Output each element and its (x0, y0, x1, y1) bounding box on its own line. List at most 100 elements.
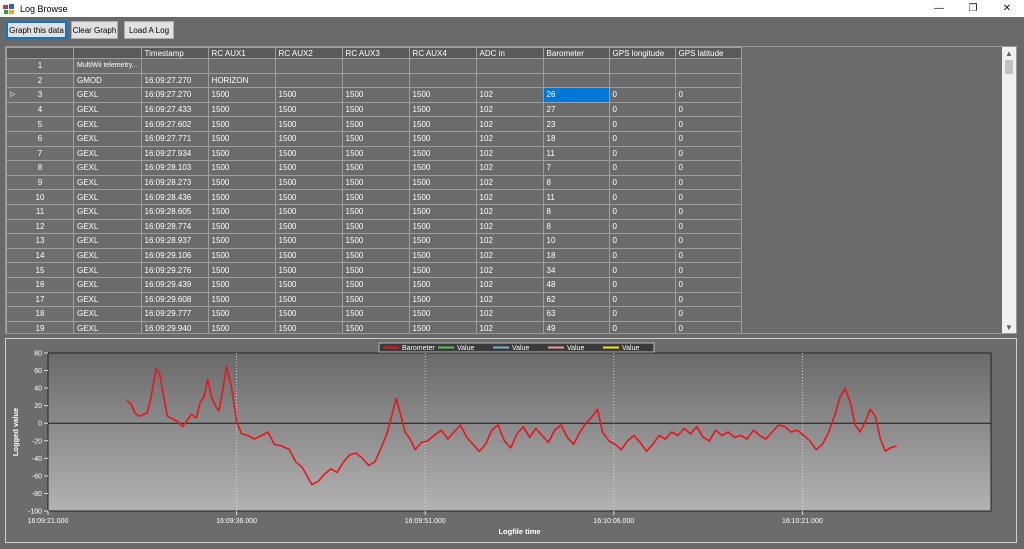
grid-cell[interactable]: 1500 (207, 116, 276, 132)
grid-cell[interactable]: 18 (542, 247, 610, 264)
table-row[interactable]: 16 GEXL 16:09:29.439 1500 1500 1500 1500 102 48 0… (6, 276, 1005, 293)
grid-cell[interactable]: 0 (674, 189, 742, 205)
grid-cell[interactable]: 0 (674, 262, 742, 278)
grid-cell[interactable]: 48 (542, 276, 610, 293)
row-header[interactable]: 14 (6, 247, 74, 264)
column-header[interactable] (741, 47, 1005, 59)
grid-cell[interactable] (341, 58, 410, 74)
load-a-log-button[interactable]: Load A Log (124, 21, 174, 39)
table-row[interactable]: 17 GEXL 16:09:29.608 1500 1500 1500 1500 102 62 0… (6, 291, 1005, 308)
row-header[interactable]: 17 (6, 291, 74, 308)
grid-cell[interactable]: 1500 (274, 218, 343, 235)
grid-cell[interactable]: 16:09:29.777 (140, 306, 209, 322)
scroll-down-icon[interactable]: ▼ (1002, 321, 1016, 333)
grid-cell[interactable] (741, 321, 1005, 333)
grid-cell[interactable]: 0 (674, 116, 742, 132)
grid-cell[interactable]: 26 (542, 87, 610, 103)
grid-cell[interactable]: 1500 (274, 320, 343, 333)
grid-cell[interactable]: 0 (608, 306, 676, 322)
grid-cell[interactable] (741, 87, 1005, 103)
grid-cell[interactable]: 1500 (341, 306, 410, 322)
grid-cell[interactable] (741, 233, 1005, 249)
grid-cell[interactable]: 1500 (341, 174, 410, 191)
row-header[interactable]: 5 (6, 116, 74, 132)
grid-cell[interactable] (608, 72, 676, 89)
grid-cell[interactable] (741, 175, 1005, 190)
grid-cell[interactable] (741, 306, 1005, 322)
grid-cell[interactable] (741, 146, 1005, 161)
grid-cell[interactable]: 49 (542, 320, 610, 333)
column-header[interactable] (73, 47, 142, 59)
grid-cell[interactable] (475, 58, 544, 74)
row-header[interactable]: 4 (6, 101, 74, 118)
grid-cell[interactable]: 10 (542, 233, 610, 249)
grid-vertical-scrollbar[interactable]: ▲ ▼ (1002, 47, 1016, 333)
log-data-grid[interactable]: Timestamp RC AUX1 RC AUX2 RC AUX3 RC AUX4 ADC… (5, 46, 1017, 334)
grid-cell[interactable]: 18 (542, 130, 610, 147)
grid-cell[interactable]: 1500 (207, 262, 276, 278)
grid-cell[interactable] (741, 102, 1005, 117)
grid-cell[interactable]: GEXL (73, 306, 142, 322)
grid-cell[interactable]: 16:09:28.774 (140, 218, 209, 235)
grid-cell[interactable]: 0 (674, 145, 742, 162)
grid-cell[interactable]: 102 (475, 306, 544, 322)
grid-cell[interactable]: 0 (608, 101, 676, 118)
table-row[interactable]: 1 MultiWii telemetry... (6, 58, 1005, 74)
grid-cell[interactable] (140, 58, 209, 74)
grid-cell[interactable]: 1500 (274, 145, 343, 162)
grid-cell[interactable]: 62 (542, 291, 610, 308)
grid-cell[interactable]: 0 (674, 247, 742, 264)
grid-cell[interactable]: 1500 (207, 189, 276, 205)
grid-cell[interactable]: 8 (542, 218, 610, 235)
grid-cell[interactable]: 1500 (207, 145, 276, 162)
grid-cell[interactable]: 1500 (408, 87, 477, 103)
table-row[interactable]: 2 GMOD 16:09:27.270 HORIZON (6, 72, 1005, 89)
grid-cell[interactable]: 1500 (408, 233, 477, 249)
grid-cell[interactable]: GEXL (73, 233, 142, 249)
grid-cell[interactable]: GEXL (73, 116, 142, 132)
grid-cell[interactable]: GEXL (73, 203, 142, 220)
row-header[interactable]: 18 (6, 306, 74, 322)
grid-cell[interactable]: 102 (475, 130, 544, 147)
grid-cell[interactable]: 1500 (408, 291, 477, 308)
grid-cell[interactable]: GMOD (73, 72, 142, 89)
table-row[interactable]: ▷ 3 GEXL 16:09:27.270 1500 1500 1500 1500 102 26 0… (6, 87, 1005, 103)
grid-cell[interactable]: 16:09:28.273 (140, 174, 209, 191)
scroll-up-icon[interactable]: ▲ (1002, 47, 1016, 59)
grid-cell[interactable]: GEXL (73, 291, 142, 308)
row-header[interactable]: 10 (6, 189, 74, 205)
grid-cell[interactable]: 1500 (207, 291, 276, 308)
grid-cell[interactable]: 1500 (408, 101, 477, 118)
column-header[interactable]: GPS longitude (608, 47, 676, 59)
grid-cell[interactable]: 1500 (274, 262, 343, 278)
grid-cell[interactable]: 0 (608, 116, 676, 132)
grid-cell[interactable] (674, 58, 742, 74)
grid-cell[interactable]: 16:09:29.940 (140, 320, 209, 333)
table-row[interactable]: 11 GEXL 16:09:28.605 1500 1500 1500 1500 102 8 0 0 (6, 203, 1005, 220)
grid-cell[interactable]: 1500 (207, 87, 276, 103)
grid-cell[interactable]: 11 (542, 145, 610, 162)
row-header[interactable]: 8 (6, 160, 74, 176)
grid-cell[interactable]: 1500 (274, 276, 343, 293)
grid-cell[interactable]: 1500 (341, 160, 410, 176)
grid-cell[interactable]: 1500 (408, 130, 477, 147)
grid-cell[interactable]: 0 (608, 247, 676, 264)
grid-cell[interactable] (741, 58, 1005, 74)
grid-cell[interactable] (741, 131, 1005, 147)
grid-cell[interactable]: 1500 (274, 291, 343, 308)
grid-cell[interactable]: 102 (475, 87, 544, 103)
grid-cell[interactable]: 0 (674, 320, 742, 333)
grid-cell[interactable]: 0 (608, 130, 676, 147)
grid-cell[interactable]: GEXL (73, 160, 142, 176)
grid-cell[interactable]: 0 (608, 291, 676, 308)
column-header[interactable] (6, 47, 74, 59)
grid-cell[interactable]: 1500 (408, 247, 477, 264)
row-header[interactable]: 1 (6, 58, 74, 74)
grid-cell[interactable]: 1500 (207, 160, 276, 176)
row-header[interactable]: 11 (6, 203, 74, 220)
grid-cell[interactable]: 1500 (408, 116, 477, 132)
grid-cell[interactable]: 16:09:29.439 (140, 276, 209, 293)
grid-cell[interactable]: 1500 (341, 291, 410, 308)
grid-cell[interactable]: 1500 (207, 203, 276, 220)
grid-cell[interactable] (741, 204, 1005, 220)
